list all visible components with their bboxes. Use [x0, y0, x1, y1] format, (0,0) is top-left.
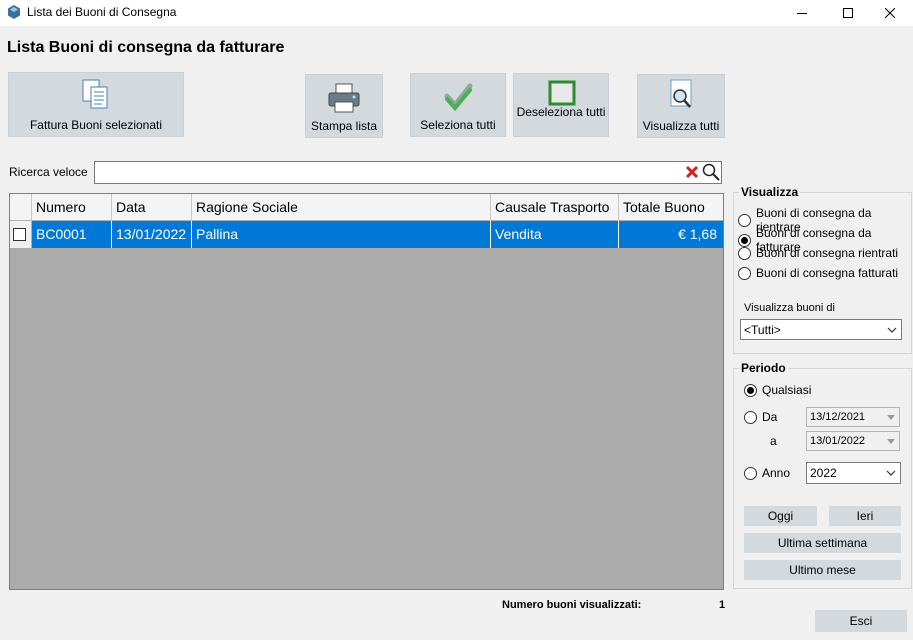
radio-button[interactable] — [738, 246, 751, 260]
ieri-button[interactable]: Ieri — [829, 506, 901, 526]
radio-button[interactable] — [738, 266, 751, 280]
empty-checkbox-icon — [548, 80, 576, 106]
radio-fatturati[interactable]: Buoni di consegna fatturati — [738, 266, 898, 280]
radio-qualsiasi[interactable]: Qualsiasi — [744, 383, 811, 397]
documents-icon — [82, 79, 108, 109]
seleziona-tutti-label: Seleziona tutti — [420, 118, 496, 132]
anno-value: 2022 — [810, 466, 837, 480]
search-field — [94, 161, 722, 184]
grid-header: Numero Data Ragione Sociale Causale Tras… — [10, 194, 723, 221]
radio-anno[interactable]: Anno — [744, 466, 790, 480]
visualizza-title: Visualizza — [739, 185, 801, 199]
header-totale-buono[interactable]: Totale Buono — [619, 194, 723, 221]
count-label: Numero buoni visualizzati: — [502, 599, 642, 611]
deseleziona-tutti-label: Deseleziona tutti — [516, 105, 606, 119]
close-button[interactable] — [867, 0, 913, 26]
header-select-cell — [10, 194, 32, 221]
date-to-value: 13/01/2022 — [810, 435, 866, 447]
fattura-buoni-button[interactable]: Fattura Buoni selezionati — [8, 72, 184, 137]
maximize-button[interactable] — [825, 0, 871, 26]
filter-label: Visualizza buoni di — [744, 302, 835, 314]
chevron-down-icon — [887, 327, 897, 333]
search-icon — [702, 163, 720, 181]
maximize-icon — [843, 8, 853, 18]
stampa-lista-label: Stampa lista — [310, 119, 378, 133]
minimize-button[interactable] — [779, 0, 825, 26]
printer-icon — [328, 83, 360, 113]
chevron-down-icon — [887, 414, 895, 420]
radio-label: Buoni di consegna rientrati — [756, 246, 899, 260]
header-ragione-sociale[interactable]: Ragione Sociale — [192, 194, 491, 221]
check-icon — [444, 83, 473, 112]
stampa-lista-button[interactable]: Stampa lista — [305, 74, 383, 138]
radio-button[interactable] — [744, 410, 757, 424]
radio-label: Da — [762, 410, 778, 424]
filter-value: <Tutti> — [744, 322, 781, 337]
radio-da[interactable]: Da — [744, 410, 777, 424]
radio-button[interactable] — [744, 383, 757, 397]
esci-button[interactable]: Esci — [815, 610, 907, 632]
date-from-picker[interactable]: 13/12/2021 — [806, 407, 900, 427]
radio-label: Buoni di consegna fatturati — [756, 266, 899, 280]
cell-ragione-sociale: Pallina — [192, 221, 491, 248]
chevron-down-icon — [886, 470, 896, 476]
date-to-picker[interactable]: 13/01/2022 — [806, 431, 900, 451]
oggi-button[interactable]: Oggi — [744, 506, 817, 526]
date-from-value: 13/12/2021 — [810, 411, 866, 423]
radio-label: Anno — [762, 466, 791, 480]
seleziona-tutti-button[interactable]: Seleziona tutti — [410, 73, 506, 137]
cell-numero: BC0001 — [32, 221, 112, 248]
row-select-cell — [10, 221, 32, 248]
date-to-label: a — [770, 434, 777, 448]
close-icon — [885, 8, 895, 18]
minimize-icon — [797, 13, 807, 14]
search-button[interactable] — [702, 163, 720, 184]
row-checkbox[interactable] — [13, 228, 26, 241]
periodo-title: Periodo — [739, 361, 788, 375]
fattura-buoni-label: Fattura Buoni selezionati — [29, 118, 163, 132]
radio-button[interactable] — [744, 466, 757, 480]
search-input[interactable] — [95, 162, 675, 183]
chevron-down-icon — [887, 438, 895, 444]
filter-dropdown[interactable]: <Tutti> — [740, 319, 902, 340]
red-x-icon — [685, 165, 699, 179]
deseleziona-tutti-button[interactable]: Deseleziona tutti — [513, 73, 609, 137]
header-numero[interactable]: Numero — [32, 194, 112, 221]
app-icon — [7, 5, 21, 19]
ultima-settimana-button[interactable]: Ultima settimana — [744, 533, 901, 553]
cell-data: 13/01/2022 — [112, 221, 192, 248]
header-causale-trasporto[interactable]: Causale Trasporto — [491, 194, 619, 221]
header-data[interactable]: Data — [112, 194, 192, 221]
radio-button[interactable] — [738, 213, 751, 227]
buoni-grid[interactable]: Numero Data Ragione Sociale Causale Tras… — [9, 193, 724, 590]
radio-button[interactable] — [738, 233, 751, 247]
document-search-icon — [670, 79, 692, 108]
search-label: Ricerca veloce — [9, 165, 88, 179]
radio-rientrati[interactable]: Buoni di consegna rientrati — [738, 246, 898, 260]
window-title: Lista dei Buoni di Consegna — [27, 5, 177, 19]
count-value: 1 — [719, 599, 726, 611]
table-row[interactable]: BC0001 13/01/2022 Pallina Vendita € 1,68 — [10, 221, 723, 248]
visualizza-tutti-label: Visualizza tutti — [642, 119, 720, 133]
anno-dropdown[interactable]: 2022 — [806, 462, 901, 484]
ultimo-mese-button[interactable]: Ultimo mese — [744, 560, 901, 580]
clear-search-button[interactable] — [685, 165, 699, 182]
radio-label: Qualsiasi — [762, 383, 812, 397]
cell-totale: € 1,68 — [678, 226, 717, 242]
visualizza-tutti-button[interactable]: Visualizza tutti — [637, 74, 725, 138]
page-title: Lista Buoni di consegna da fatturare — [7, 39, 285, 56]
cell-causale: Vendita — [491, 221, 619, 248]
